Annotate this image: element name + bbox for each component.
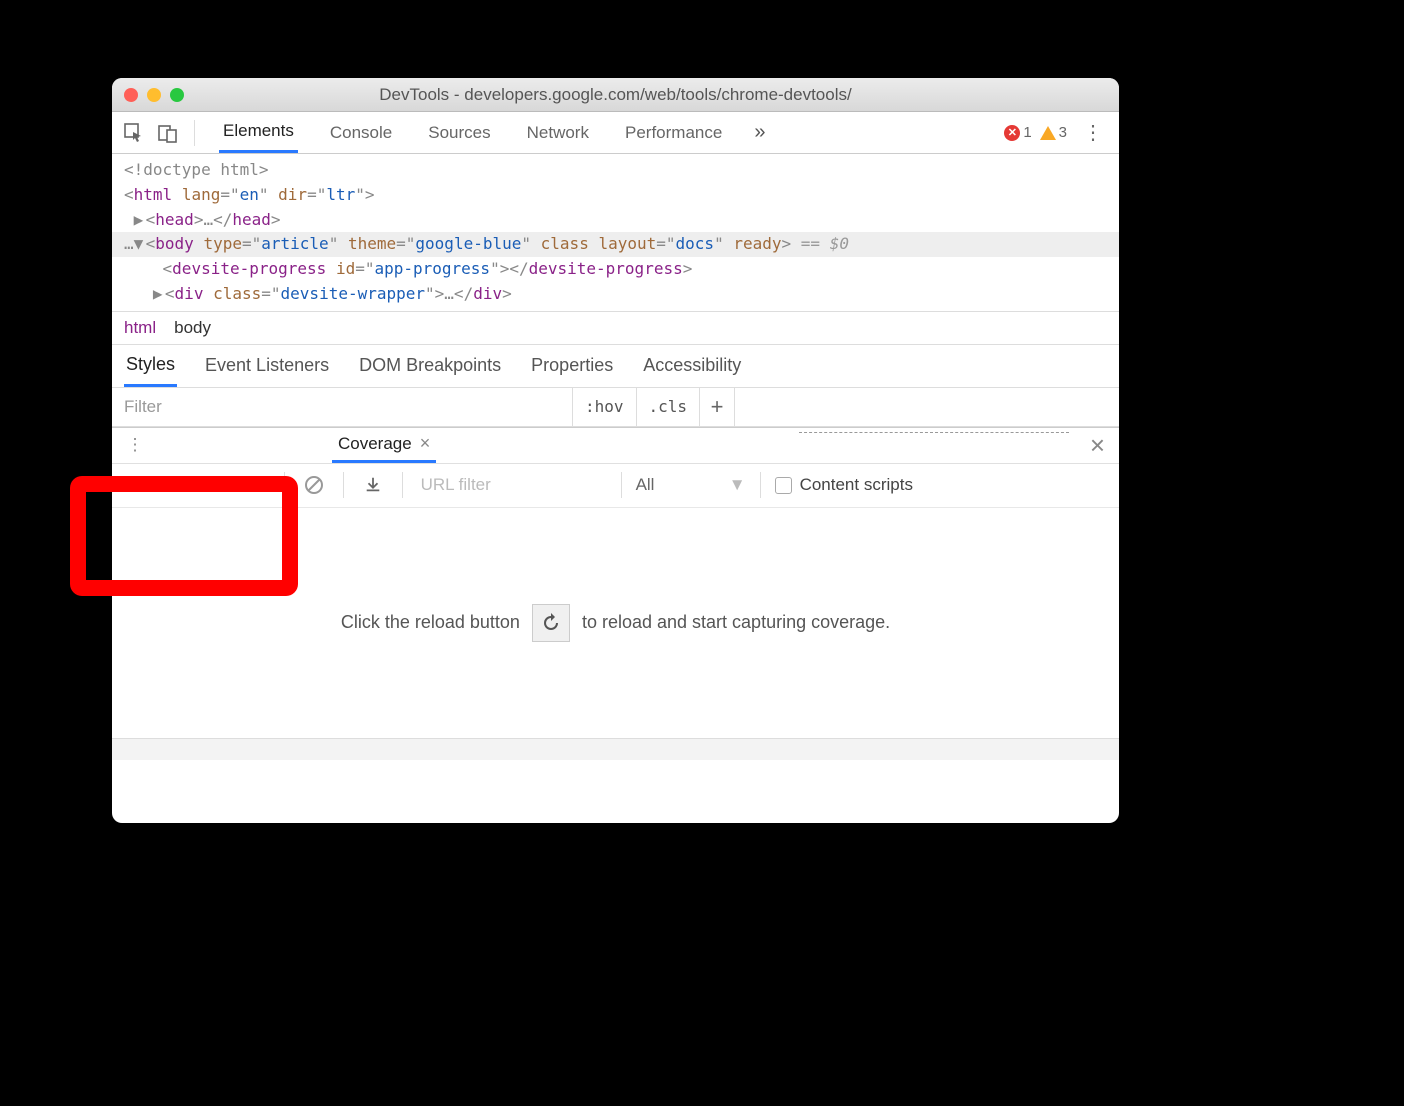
drawer-footer xyxy=(112,738,1119,760)
more-tabs-icon[interactable]: » xyxy=(754,121,765,144)
styles-subtabs: Styles Event Listeners DOM Breakpoints P… xyxy=(112,344,1119,387)
coverage-type-label: Per function xyxy=(122,475,213,495)
toolbar-right: ✕ 1 3 ⋮ xyxy=(1004,120,1111,145)
dom-tree[interactable]: <!doctype html> <html lang="en" dir="ltr… xyxy=(112,154,1119,311)
drawer-menu-icon[interactable]: ⋮ xyxy=(120,435,150,455)
kebab-menu-icon[interactable]: ⋮ xyxy=(1075,120,1111,145)
window-title: DevTools - developers.google.com/web/too… xyxy=(112,85,1119,105)
url-filter-input[interactable] xyxy=(417,475,607,495)
filter-type-label: All xyxy=(636,475,655,495)
subtab-accessibility[interactable]: Accessibility xyxy=(641,346,743,385)
doctype-text: <!doctype html> xyxy=(124,160,269,179)
coverage-toolbar: Per function ▼ All ▼ xyxy=(112,464,1119,508)
collapse-body-icon[interactable]: ▼ xyxy=(134,232,146,257)
empty-msg-before: Click the reload button xyxy=(341,612,520,633)
main-toolbar: Elements Console Sources Network Perform… xyxy=(112,112,1119,154)
devtools-window: DevTools - developers.google.com/web/too… xyxy=(112,78,1119,823)
warning-count: 3 xyxy=(1059,124,1067,141)
titlebar[interactable]: DevTools - developers.google.com/web/too… xyxy=(112,78,1119,112)
expand-head-icon[interactable]: ▶ xyxy=(134,208,146,233)
main-tabs: Elements Console Sources Network Perform… xyxy=(219,112,726,153)
styles-filter-input[interactable] xyxy=(112,388,572,426)
coverage-empty-state: Click the reload button to reload and st… xyxy=(112,508,1119,738)
close-tab-icon[interactable]: × xyxy=(420,433,431,454)
tab-network[interactable]: Network xyxy=(523,114,593,152)
separator xyxy=(284,472,285,498)
separator xyxy=(343,472,344,498)
device-toolbar-icon[interactable] xyxy=(154,123,182,143)
separator xyxy=(621,472,622,498)
drawer-tab-coverage-label: Coverage xyxy=(338,434,412,454)
tab-elements[interactable]: Elements xyxy=(219,112,298,153)
zoom-window-icon[interactable] xyxy=(170,88,184,102)
breadcrumb-body[interactable]: body xyxy=(174,318,211,338)
error-count: 1 xyxy=(1023,124,1031,141)
selected-body-node[interactable]: …▼<body type="article" theme="google-blu… xyxy=(112,232,1119,257)
minimize-window-icon[interactable] xyxy=(147,88,161,102)
export-icon[interactable] xyxy=(358,476,388,494)
separator xyxy=(402,472,403,498)
tab-performance[interactable]: Performance xyxy=(621,114,726,152)
close-drawer-icon[interactable]: × xyxy=(1084,430,1111,461)
subtab-dom-breakpoints[interactable]: DOM Breakpoints xyxy=(357,346,503,385)
traffic-lights xyxy=(124,88,184,102)
coverage-type-dropdown[interactable]: Per function ▼ xyxy=(122,475,236,495)
inspect-element-icon[interactable] xyxy=(120,123,148,143)
content-scripts-label: Content scripts xyxy=(800,475,913,495)
subtab-styles[interactable]: Styles xyxy=(124,345,177,387)
tab-sources[interactable]: Sources xyxy=(424,114,494,152)
selected-node-var: == $0 xyxy=(791,234,849,253)
breadcrumb-html[interactable]: html xyxy=(124,318,156,338)
checkbox-icon xyxy=(775,477,792,494)
separator xyxy=(194,120,195,146)
styles-filter-row: :hov .cls + xyxy=(112,387,1119,427)
box-model-outline xyxy=(799,432,1069,436)
breadcrumb: html body xyxy=(112,311,1119,344)
error-icon: ✕ xyxy=(1004,125,1020,141)
subtab-event-listeners[interactable]: Event Listeners xyxy=(203,346,331,385)
expand-div-icon[interactable]: ▶ xyxy=(153,282,165,307)
filter-type-dropdown[interactable]: All ▼ xyxy=(636,475,746,495)
tab-console[interactable]: Console xyxy=(326,114,396,152)
reload-button[interactable] xyxy=(532,604,570,642)
close-window-icon[interactable] xyxy=(124,88,138,102)
error-badge[interactable]: ✕ 1 xyxy=(1004,124,1031,141)
hov-toggle[interactable]: :hov xyxy=(572,388,636,426)
content-scripts-checkbox[interactable]: Content scripts xyxy=(775,475,913,495)
empty-msg-after: to reload and start capturing coverage. xyxy=(582,612,890,633)
drawer-tab-coverage[interactable]: Coverage × xyxy=(332,428,436,463)
chevron-down-icon: ▼ xyxy=(729,475,746,495)
separator xyxy=(760,472,761,498)
warning-icon xyxy=(1040,126,1056,140)
reload-icon[interactable] xyxy=(250,476,270,494)
new-style-rule-icon[interactable]: + xyxy=(699,388,735,426)
chevron-down-icon: ▼ xyxy=(219,475,236,495)
warning-badge[interactable]: 3 xyxy=(1040,124,1067,141)
subtab-properties[interactable]: Properties xyxy=(529,346,615,385)
drawer: ⋮ Coverage × × Per function ▼ xyxy=(112,427,1119,760)
cls-toggle[interactable]: .cls xyxy=(636,388,700,426)
clear-icon[interactable] xyxy=(299,475,329,495)
